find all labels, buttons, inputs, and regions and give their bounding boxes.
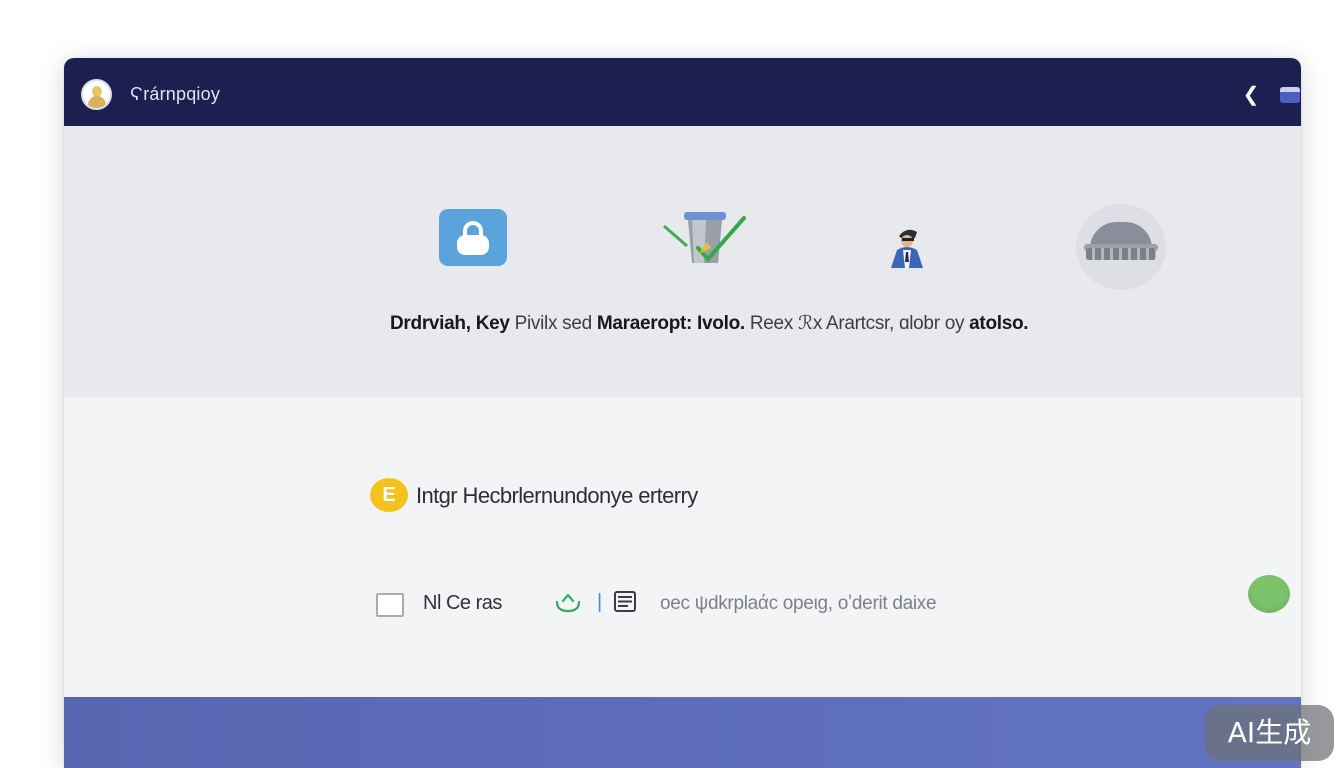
app-window: Ϛrárnpqioy ❮ Drdrviah, Key Pivilx sed Ma… xyxy=(64,58,1301,768)
app-title: Ϛrárnpqioy xyxy=(130,84,221,104)
status-dot-icon[interactable] xyxy=(1248,575,1290,613)
entry-label: Intgr Hecbrlernundonye erterry xyxy=(416,483,698,508)
separator: | xyxy=(597,591,603,613)
title-bar: Ϛrárnpqioy ❮ xyxy=(64,58,1301,126)
caption-part-2: Pivilx sed xyxy=(509,313,597,334)
chevron-left-icon[interactable]: ❮ xyxy=(1239,84,1263,106)
ai-watermark-badge: AI生成 xyxy=(1205,705,1334,761)
footer-bar xyxy=(64,697,1301,768)
enter-icon: E xyxy=(370,478,408,512)
caption-part-3: Maraeropt: Ivolo. xyxy=(596,313,745,334)
user-avatar-icon[interactable] xyxy=(81,79,112,110)
person-icon[interactable] xyxy=(879,214,935,270)
caption-part-4: Reex ℛx Arartcsr, ɑlobr oy xyxy=(744,313,970,334)
caption-part-1: Drdrviah, Key xyxy=(390,313,510,334)
lock-icon[interactable] xyxy=(439,209,507,266)
main-content: E Intgr Hecbrlernundonye erterry Nl Ce r… xyxy=(64,397,1301,697)
settings-dome-icon[interactable] xyxy=(1076,204,1166,290)
list-icon[interactable] xyxy=(614,591,636,612)
option-label: Nl Ce ras xyxy=(423,592,502,614)
feature-caption: Drdrviah, Key Pivilx sed Maraeropt: Ivol… xyxy=(390,312,1029,335)
caption-part-5: atolso. xyxy=(969,313,1029,334)
option-checkbox[interactable] xyxy=(376,593,404,617)
option-description: oec ψdkrplaάc opeιg, oʼderit daixe xyxy=(660,593,937,614)
share-icon[interactable] xyxy=(554,590,582,614)
feature-hero: Drdrviah, Key Pivilx sed Maraeropt: Ivol… xyxy=(64,126,1301,397)
panel-toggle-icon[interactable] xyxy=(1280,87,1300,103)
trash-check-icon[interactable] xyxy=(661,206,747,268)
